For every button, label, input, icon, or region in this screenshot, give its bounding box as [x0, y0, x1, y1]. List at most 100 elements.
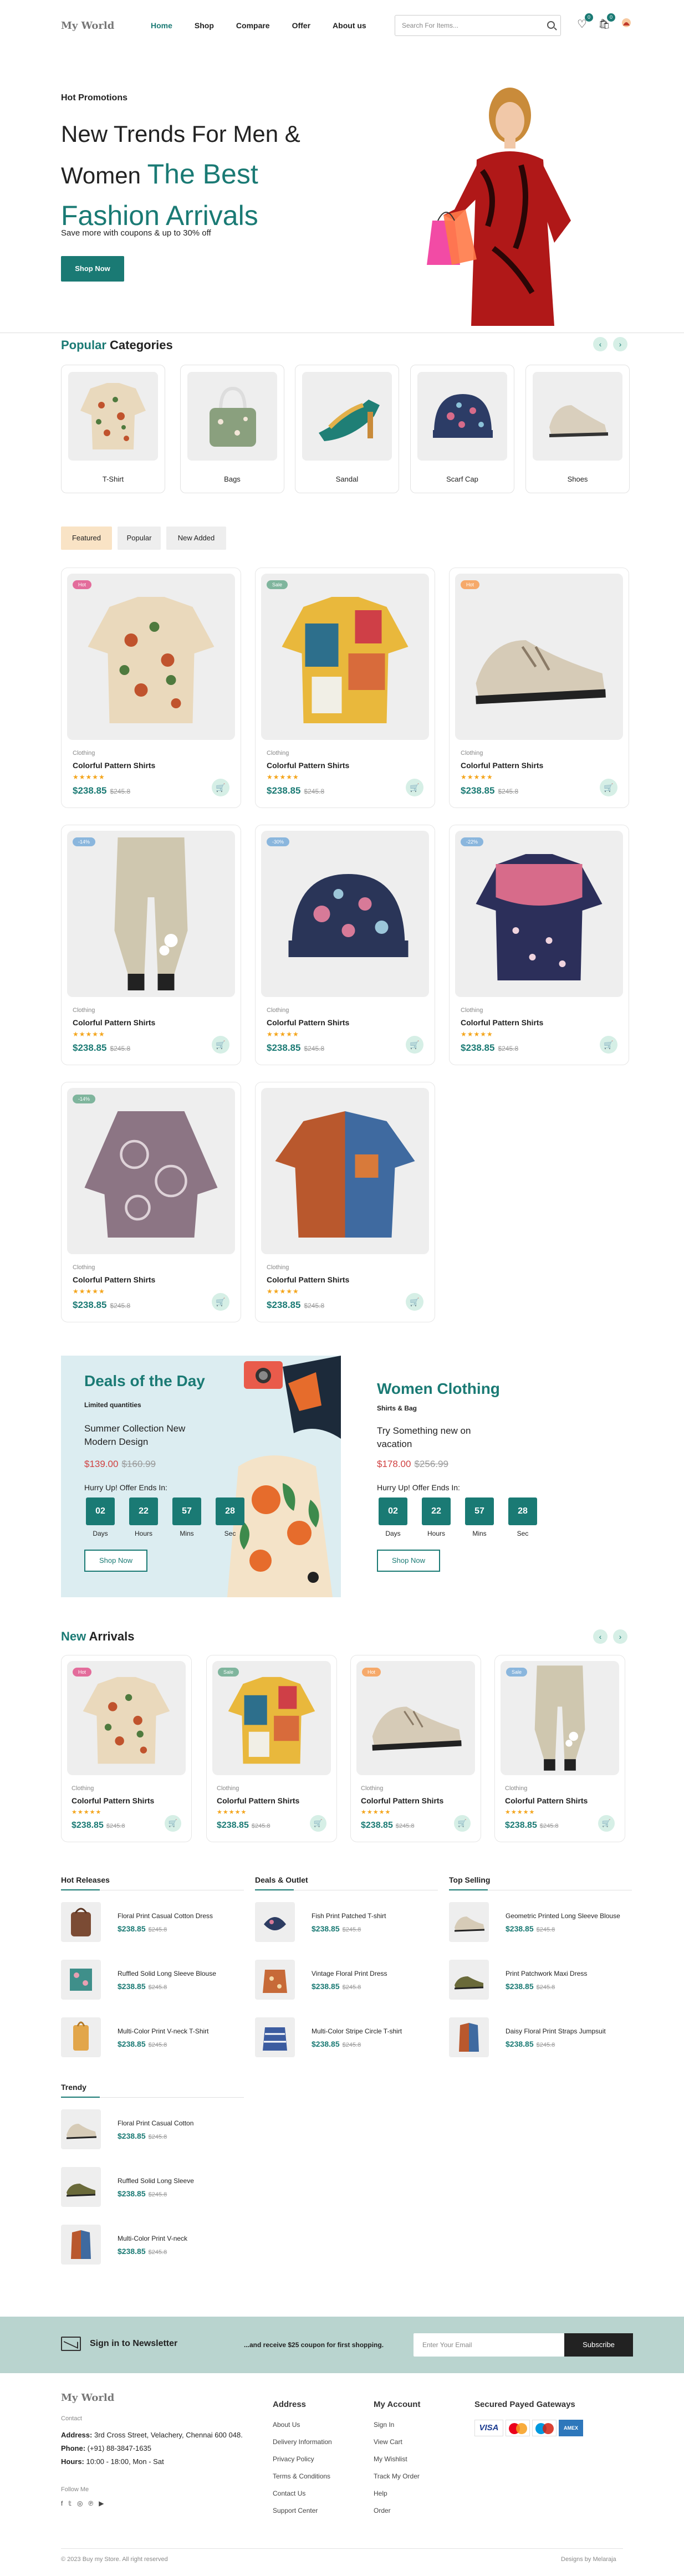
product-name[interactable]: Colorful Pattern Shirts	[73, 1275, 155, 1284]
footer-link[interactable]: Terms & Conditions	[273, 2468, 332, 2485]
product-card[interactable]: Hot Clothing Colorful Pattern Shirts ★★★…	[61, 1655, 192, 1842]
list-item[interactable]: Vintage Floral Print Dress $238.85 $245.8	[255, 1960, 438, 2006]
pinterest-icon[interactable]: ℗	[88, 2500, 93, 2507]
footer-link[interactable]: Track My Order	[374, 2468, 420, 2485]
list-item-name[interactable]: Daisy Floral Print Straps Jumpsuit	[506, 2027, 606, 2035]
nav-about[interactable]: About us	[333, 21, 366, 30]
facebook-icon[interactable]: f	[61, 2500, 63, 2507]
product-card[interactable]: Sale Clothing Colorful Pattern Shirts ★★…	[206, 1655, 337, 1842]
product-name[interactable]: Colorful Pattern Shirts	[267, 1018, 349, 1027]
add-to-cart-icon[interactable]: 🛒	[598, 1815, 615, 1832]
product-card[interactable]: -30% Clothing Colorful Pattern Shirts ★★…	[255, 825, 435, 1065]
subscribe-button[interactable]: Subscribe	[564, 2333, 633, 2357]
footer-link[interactable]: Privacy Policy	[273, 2451, 332, 2468]
list-item[interactable]: Daisy Floral Print Straps Jumpsuit $238.…	[449, 2017, 632, 2064]
newsletter-email-input[interactable]: Enter Your Email	[414, 2333, 564, 2357]
tab-featured[interactable]: Featured	[61, 527, 112, 550]
list-item[interactable]: Multi-Color Print V-neck T-Shirt $238.85…	[61, 2017, 244, 2064]
add-to-cart-icon[interactable]: 🛒	[212, 1293, 229, 1311]
list-item[interactable]: Print Patchwork Maxi Dress $238.85 $245.8	[449, 1960, 632, 2006]
product-name[interactable]: Colorful Pattern Shirts	[73, 761, 155, 770]
search-input[interactable]: Search For Items...	[395, 15, 561, 36]
product-card[interactable]: Hot Clothing Colorful Pattern Shirts ★★★…	[449, 568, 629, 808]
add-to-cart-icon[interactable]: 🛒	[212, 1036, 229, 1054]
list-item[interactable]: Multi-Color Print V-neck $238.85 $245.8	[61, 2225, 244, 2271]
product-name[interactable]: Colorful Pattern Shirts	[461, 761, 543, 770]
deal-left-shop-button[interactable]: Shop Now	[84, 1550, 147, 1572]
footer-link[interactable]: Help	[374, 2485, 420, 2502]
category-card-bags[interactable]: Bags	[180, 365, 284, 493]
deal-right-shop-button[interactable]: Shop Now	[377, 1550, 440, 1572]
list-item-name[interactable]: Ruffled Solid Long Sleeve Blouse	[118, 1970, 216, 1977]
list-item-name[interactable]: Floral Print Casual Cotton	[118, 2119, 193, 2127]
list-item-name[interactable]: Multi-Color Print V-neck	[118, 2235, 187, 2242]
hero-shop-now-button[interactable]: Shop Now	[61, 256, 124, 282]
list-item-name[interactable]: Print Patchwork Maxi Dress	[506, 1970, 587, 1977]
list-item-name[interactable]: Fish Print Patched T-shirt	[312, 1912, 386, 1920]
product-card[interactable]: Sale Clothing Colorful Pattern Shirts ★★…	[255, 568, 435, 808]
search-icon[interactable]	[547, 21, 555, 29]
list-item-name[interactable]: Multi-Color Print V-neck T-Shirt	[118, 2027, 209, 2035]
product-name[interactable]: Colorful Pattern Shirts	[73, 1018, 155, 1027]
next-arrow-icon[interactable]: ›	[613, 337, 627, 351]
list-item[interactable]: Multi-Color Stripe Circle T-shirt $238.8…	[255, 2017, 438, 2064]
product-name[interactable]: Colorful Pattern Shirts	[267, 1275, 349, 1284]
tab-popular[interactable]: Popular	[118, 527, 161, 550]
list-item[interactable]: Ruffled Solid Long Sleeve $238.85 $245.8	[61, 2167, 244, 2214]
list-item-name[interactable]: Ruffled Solid Long Sleeve	[118, 2177, 194, 2185]
footer-link[interactable]: Support Center	[273, 2502, 332, 2519]
category-card-shoes[interactable]: Shoes	[525, 365, 630, 493]
footer-link[interactable]: About Us	[273, 2416, 332, 2434]
product-card[interactable]: Sale Clothing Colorful Pattern Shirts ★★…	[494, 1655, 625, 1842]
product-name[interactable]: Colorful Pattern Shirts	[361, 1796, 443, 1805]
nav-home[interactable]: Home	[151, 21, 172, 30]
add-to-cart-icon[interactable]: 🛒	[454, 1815, 471, 1832]
category-card-tshirt[interactable]: T-Shirt	[61, 365, 165, 493]
category-card-scarf-cap[interactable]: Scarf Cap	[410, 365, 514, 493]
add-to-cart-icon[interactable]: 🛒	[165, 1815, 181, 1832]
add-to-cart-icon[interactable]: 🛒	[310, 1815, 326, 1832]
nav-shop[interactable]: Shop	[195, 21, 214, 30]
prev-arrow-icon[interactable]: ‹	[593, 337, 608, 351]
footer-link[interactable]: View Cart	[374, 2434, 420, 2451]
product-card[interactable]: Clothing Colorful Pattern Shirts ★★★★★ $…	[255, 1082, 435, 1322]
nav-compare[interactable]: Compare	[236, 21, 270, 30]
list-item[interactable]: Fish Print Patched T-shirt $238.85 $245.8	[255, 1902, 438, 1949]
list-item-name[interactable]: Geometric Printed Long Sleeve Blouse	[506, 1912, 620, 1920]
list-item[interactable]: Ruffled Solid Long Sleeve Blouse $238.85…	[61, 1960, 244, 2006]
footer-link[interactable]: My Wishlist	[374, 2451, 420, 2468]
next-arrow-icon[interactable]: ›	[613, 1629, 627, 1644]
add-to-cart-icon[interactable]: 🛒	[406, 1293, 423, 1311]
product-name[interactable]: Colorful Pattern Shirts	[267, 761, 349, 770]
user-avatar[interactable]	[620, 18, 633, 31]
product-name[interactable]: Colorful Pattern Shirts	[72, 1796, 154, 1805]
instagram-icon[interactable]: ◎	[77, 2500, 83, 2507]
footer-link[interactable]: Sign In	[374, 2416, 420, 2434]
add-to-cart-icon[interactable]: 🛒	[406, 779, 423, 796]
site-logo[interactable]: My World	[61, 20, 114, 32]
list-item-name[interactable]: Vintage Floral Print Dress	[312, 1970, 387, 1977]
add-to-cart-icon[interactable]: 🛒	[600, 1036, 617, 1054]
footer-link[interactable]: Contact Us	[273, 2485, 332, 2502]
add-to-cart-icon[interactable]: 🛒	[600, 779, 617, 796]
product-card[interactable]: -14% Clothing Colorful Pattern Shirts ★★…	[61, 825, 241, 1065]
product-name[interactable]: Colorful Pattern Shirts	[505, 1796, 588, 1805]
list-item-name[interactable]: Floral Print Casual Cotton Dress	[118, 1912, 213, 1920]
add-to-cart-icon[interactable]: 🛒	[406, 1036, 423, 1054]
list-item[interactable]: Floral Print Casual Cotton Dress $238.85…	[61, 1902, 244, 1949]
youtube-icon[interactable]: ▶	[99, 2500, 104, 2507]
product-card[interactable]: Hot Clothing Colorful Pattern Shirts ★★★…	[350, 1655, 481, 1842]
footer-link[interactable]: Order	[374, 2502, 420, 2519]
product-card[interactable]: -22% Clothing Colorful Pattern Shirts ★★…	[449, 825, 629, 1065]
cart-icon[interactable]: 🛍 0	[598, 13, 615, 31]
wishlist-icon[interactable]: ♡ 0	[575, 13, 593, 31]
tab-new-added[interactable]: New Added	[166, 527, 226, 550]
footer-logo[interactable]: My World	[61, 2392, 114, 2404]
product-name[interactable]: Colorful Pattern Shirts	[461, 1018, 543, 1027]
twitter-icon[interactable]: 𝕥	[68, 2500, 72, 2507]
product-card[interactable]: -14% Clothing Colorful Pattern Shirts ★★…	[61, 1082, 241, 1322]
prev-arrow-icon[interactable]: ‹	[593, 1629, 608, 1644]
product-card[interactable]: Hot Clothing Colorful Pattern Shirts ★★★…	[61, 568, 241, 808]
footer-link[interactable]: Delivery Information	[273, 2434, 332, 2451]
list-item[interactable]: Floral Print Casual Cotton $238.85 $245.8	[61, 2109, 244, 2156]
